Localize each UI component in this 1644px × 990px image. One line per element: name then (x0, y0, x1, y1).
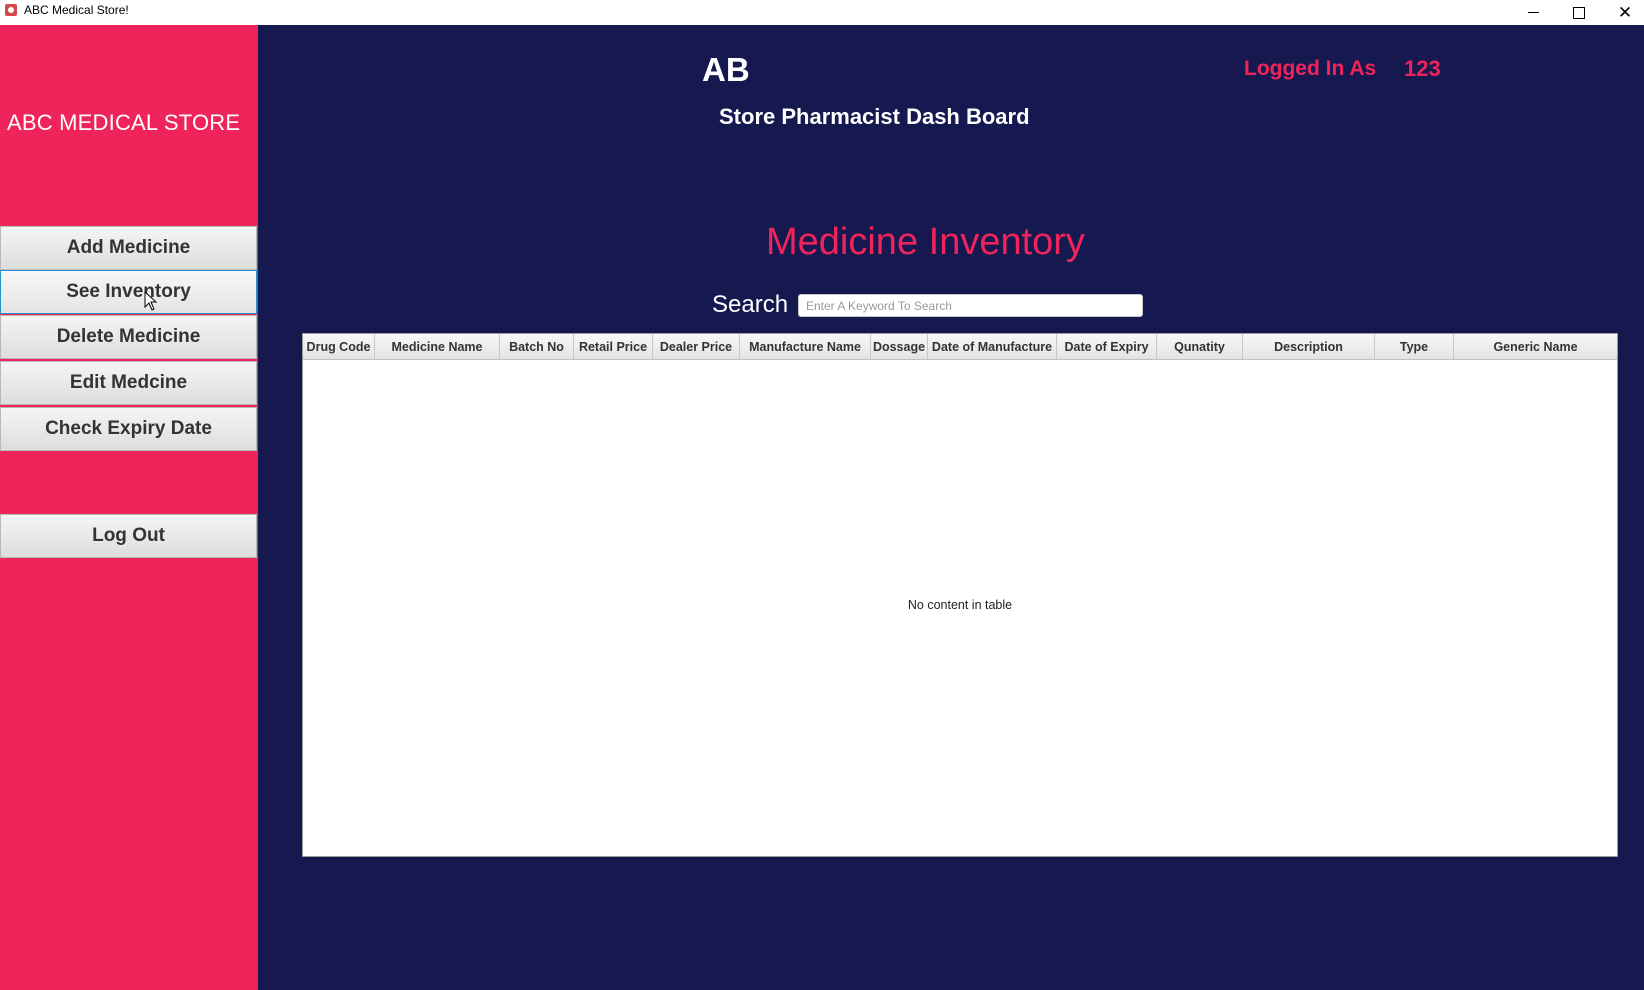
column-header[interactable]: Dealer Price (653, 334, 740, 359)
log-out-button[interactable]: Log Out (0, 514, 257, 558)
window-title: ABC Medical Store! (24, 3, 129, 17)
maximize-button[interactable] (1556, 0, 1602, 25)
logged-in-user: 123 (1404, 56, 1441, 81)
column-header[interactable]: Drug Code (303, 334, 375, 359)
minimize-icon (1527, 12, 1539, 13)
column-header[interactable]: Medicine Name (375, 334, 500, 359)
column-header[interactable]: Retail Price (574, 334, 653, 359)
column-header[interactable]: Date of Manufacture (928, 334, 1057, 359)
table-empty-message: No content in table (907, 598, 1013, 612)
logo-text: AB (702, 51, 750, 88)
column-header[interactable]: Generic Name (1454, 334, 1617, 359)
store-brand: ABC MEDICAL STORE (7, 110, 241, 135)
dashboard-subtitle: Store Pharmacist Dash Board (719, 104, 1030, 129)
column-header[interactable]: Type (1375, 334, 1454, 359)
search-label: Search (712, 291, 789, 318)
check-expiry-date-button[interactable]: Check Expiry Date (0, 407, 257, 451)
column-header[interactable]: Manufacture Name (740, 334, 871, 359)
column-header[interactable]: Batch No (500, 334, 574, 359)
column-header[interactable]: Date of Expiry (1057, 334, 1157, 359)
main-panel: AB Store Pharmacist Dash Board Logged In… (258, 25, 1644, 990)
close-button[interactable]: ✕ (1602, 0, 1644, 25)
title-bar: ABC Medical Store! ✕ (0, 0, 1644, 26)
app-icon (5, 4, 17, 16)
logged-in-label: Logged In As (1244, 57, 1377, 80)
column-header[interactable]: Qunatity (1157, 334, 1243, 359)
maximize-icon (1573, 6, 1585, 19)
search-input[interactable] (798, 294, 1143, 317)
minimize-button[interactable] (1510, 0, 1556, 25)
column-header[interactable]: Dossage (871, 334, 928, 359)
add-medicine-button[interactable]: Add Medicine (0, 226, 257, 270)
page-title: Medicine Inventory (766, 221, 1085, 263)
inventory-table[interactable]: Drug Code Medicine Name Batch No Retail … (302, 333, 1618, 857)
delete-medicine-button[interactable]: Delete Medicine (0, 315, 257, 359)
edit-medicine-button[interactable]: Edit Medcine (0, 361, 257, 405)
column-header[interactable]: Description (1243, 334, 1375, 359)
sidebar: ABC MEDICAL STORE Add Medicine See Inven… (0, 25, 258, 990)
close-icon: ✕ (1617, 2, 1633, 22)
see-inventory-button[interactable]: See Inventory (0, 270, 257, 314)
table-header: Drug Code Medicine Name Batch No Retail … (303, 334, 1617, 360)
